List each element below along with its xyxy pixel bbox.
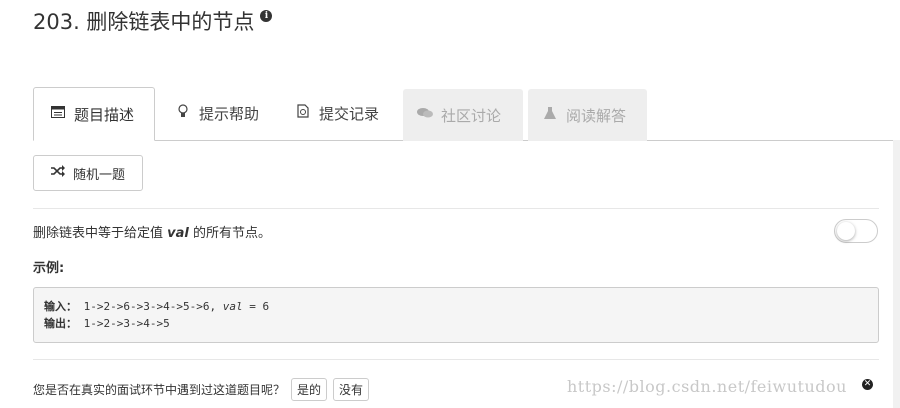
divider xyxy=(33,359,879,360)
tab-solution: 阅读解答 xyxy=(528,89,647,141)
tab-description[interactable]: 题目描述 xyxy=(33,87,155,141)
comments-icon xyxy=(417,107,433,123)
tab-label: 题目描述 xyxy=(74,105,135,124)
yes-button[interactable]: 是的 xyxy=(291,378,328,401)
problem-title: 203. 删除链表中的节点 xyxy=(33,10,255,34)
history-icon xyxy=(295,104,311,122)
tab-label: 提交记录 xyxy=(319,104,380,123)
var-name: val xyxy=(167,226,189,241)
interview-question: 您是否在真实的面试环节中遇到过这道题目呢？ 是的 没有 xyxy=(33,378,370,401)
random-button-label: 随机一题 xyxy=(72,167,125,183)
tab-submissions[interactable]: 提交记录 xyxy=(295,87,379,139)
tab-discuss: 社区讨论 xyxy=(403,89,523,141)
close-icon[interactable]: ✕ xyxy=(862,379,873,390)
tab-label: 阅读解答 xyxy=(566,106,627,125)
tab-bar: 题目描述 提示帮助 提交记录 社区讨论 阅读解答 xyxy=(33,87,900,141)
input-label: 输入 xyxy=(44,300,66,313)
scrollbar[interactable] xyxy=(893,140,900,408)
no-button[interactable]: 没有 xyxy=(333,378,370,401)
flask-icon xyxy=(542,106,558,124)
problem-description: 删除链表中等于给定值 val 的所有节点。 xyxy=(33,226,271,241)
info-icon[interactable]: i xyxy=(260,10,273,22)
question-text: 您是否在真实的面试环节中遇到过这道题目呢？ xyxy=(33,383,286,397)
list-icon xyxy=(50,106,66,122)
example-input-line: 输入： 1->2->6->3->4->5->6, val = 6 xyxy=(44,300,270,313)
example-code-block: 输入： 1->2->6->3->4->5->6, val = 6 输出： 1->… xyxy=(33,287,879,343)
page-title: 203. 删除链表中的节点 i xyxy=(33,6,273,36)
lightbulb-icon xyxy=(175,104,191,122)
divider xyxy=(33,208,879,209)
random-problem-button[interactable]: 随机一题 xyxy=(33,155,143,191)
toggle-switch[interactable] xyxy=(834,219,878,243)
toggle-knob xyxy=(837,222,855,240)
example-output-line: 输出： 1->2->3->4->5 xyxy=(44,317,170,330)
example-heading: 示例: xyxy=(33,261,65,276)
tab-label: 社区讨论 xyxy=(441,106,502,125)
tab-label: 提示帮助 xyxy=(199,104,260,123)
shuffle-icon xyxy=(50,165,65,181)
tab-hints[interactable]: 提示帮助 xyxy=(175,87,259,139)
output-label: 输出 xyxy=(44,317,66,330)
watermark: https://blog.csdn.net/feiwutudou xyxy=(567,377,847,396)
